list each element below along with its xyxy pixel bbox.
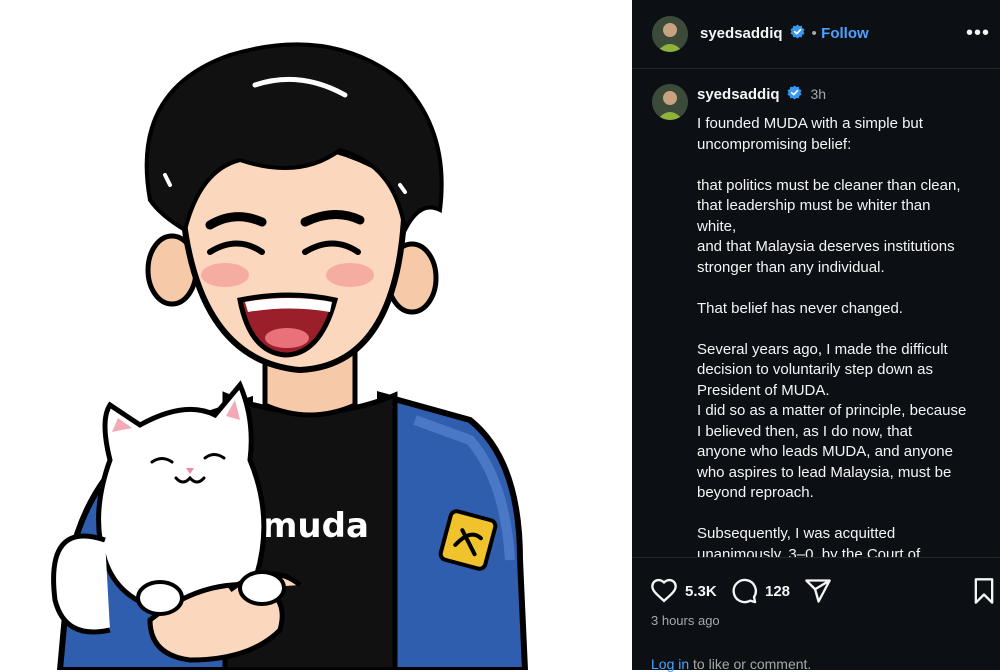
caption-line: and that Malaysia deserves institutions xyxy=(697,238,955,255)
like-count: 5.3K xyxy=(685,582,717,600)
caption-line: I believed then, as I do now, that xyxy=(697,422,913,440)
caption-line: that politics must be cleaner than clean… xyxy=(697,176,961,194)
caption-line xyxy=(697,504,992,525)
avatar-image xyxy=(652,16,688,52)
caption-author-avatar[interactable] xyxy=(652,84,688,120)
caption-line: I did so as a matter of principle, becau… xyxy=(697,402,967,419)
caption-line xyxy=(697,319,992,340)
caption-line: I founded MUDA with a simple but xyxy=(697,115,923,132)
post-side-panel: syedsaddiq • Follow ••• syedsaddiq 3h I … xyxy=(632,0,1000,672)
author-username[interactable]: syedsaddiq xyxy=(700,25,783,42)
shirt-logo-text: muda xyxy=(262,506,369,546)
caption-text: I founded MUDA with a simple but uncompro… xyxy=(697,114,992,557)
comment-count: 128 xyxy=(765,582,791,600)
comment-icon[interactable] xyxy=(730,577,758,605)
share-action[interactable] xyxy=(804,577,832,605)
verified-badge-icon xyxy=(790,24,805,39)
bookmark-icon[interactable] xyxy=(972,577,996,605)
more-options-icon[interactable]: ••• xyxy=(966,22,990,45)
like-action[interactable]: 5.3K xyxy=(650,577,717,605)
caption-line: who aspires to lead Malaysia, must be xyxy=(697,463,952,481)
caption-line: white, xyxy=(697,217,737,235)
caption-line xyxy=(697,278,992,299)
caption-line: That belief has never changed. xyxy=(697,299,903,317)
follow-button[interactable]: Follow xyxy=(821,25,869,42)
caption-line: decision to voluntarily step down as xyxy=(697,361,933,378)
jacket-badge-icon xyxy=(438,509,498,571)
caption-line: anyone who leads MUDA, and anyone xyxy=(697,443,953,460)
post-image[interactable]: muda xyxy=(0,0,632,670)
avatar-image xyxy=(652,84,688,120)
verified-badge-icon xyxy=(787,85,802,100)
caption-line: Subsequently, I was acquitted xyxy=(697,525,896,542)
share-icon[interactable] xyxy=(804,577,832,605)
separator-dot: • xyxy=(811,25,817,42)
caption-scroll-area[interactable]: syedsaddiq 3h I founded MUDA with a simp… xyxy=(632,69,1000,557)
caption-line: that leadership must be whiter than xyxy=(697,197,931,214)
post-actions-bar: 5.3K 128 3 hours ago Log in to like or c… xyxy=(632,557,1000,672)
caption-age: 3h xyxy=(810,86,827,102)
caption-line: unanimously, 3–0, by the Court of xyxy=(697,545,921,558)
caption-line xyxy=(697,155,992,176)
post-header: syedsaddiq • Follow ••• xyxy=(632,0,1000,69)
caption-line: President of MUDA. xyxy=(697,381,830,399)
author-avatar[interactable] xyxy=(652,16,688,52)
caption-line: uncompromising belief: xyxy=(697,135,852,153)
caption-line: Several years ago, I made the difficult xyxy=(697,340,948,358)
comment-action[interactable]: 128 xyxy=(730,577,790,605)
caption-line: beyond reproach. xyxy=(697,484,814,501)
caption-line: stronger than any individual. xyxy=(697,258,885,276)
heart-icon[interactable] xyxy=(650,577,678,605)
post-timestamp: 3 hours ago xyxy=(651,613,720,628)
caption-username[interactable]: syedsaddiq xyxy=(697,86,780,103)
save-action[interactable] xyxy=(972,577,996,605)
cartoon-illustration: muda xyxy=(51,42,529,670)
